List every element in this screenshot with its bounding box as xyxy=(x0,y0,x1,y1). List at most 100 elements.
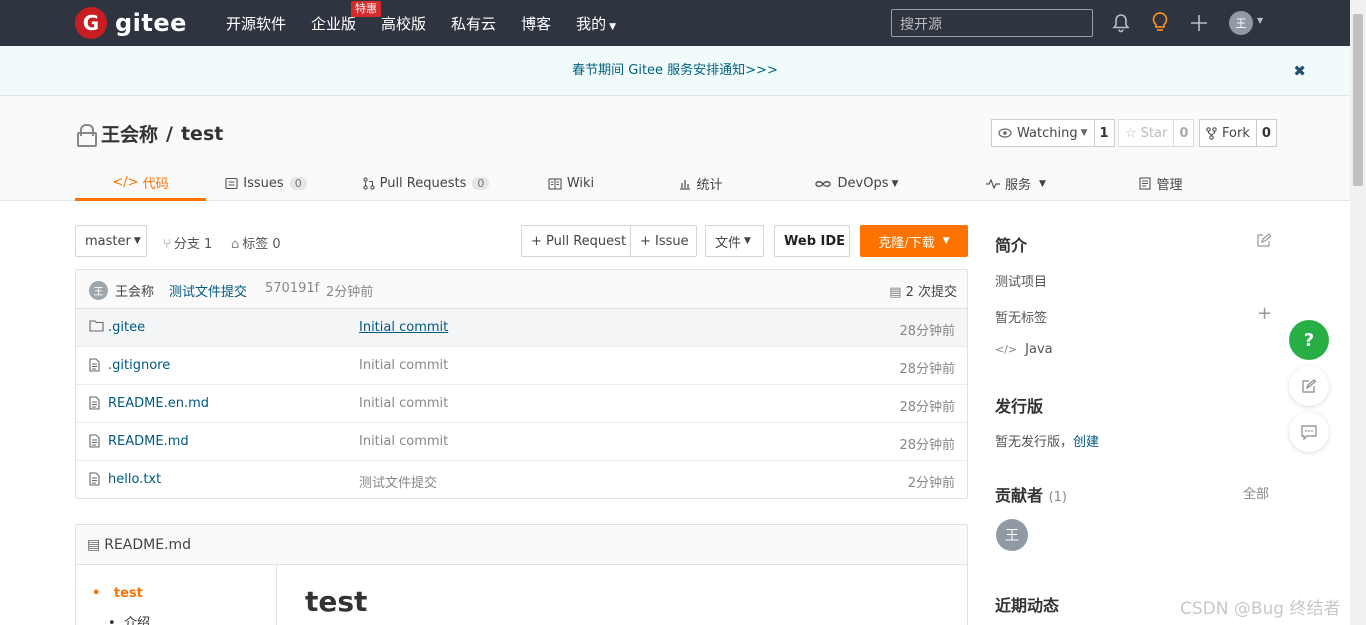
toc-item-intro-label: 介绍 xyxy=(123,616,150,625)
file-row[interactable]: hello.txt 测试文件提交 2分钟前 xyxy=(76,461,967,499)
help-button[interactable]: ? xyxy=(1289,320,1329,360)
file-commit-message[interactable]: Initial commit xyxy=(359,396,448,411)
user-avatar[interactable]: 王 xyxy=(1229,11,1253,35)
tab-pull-requests[interactable]: Pull Requests 0 xyxy=(326,166,526,201)
nav-enterprise[interactable]: 企业版 特惠 xyxy=(311,0,382,34)
close-icon[interactable]: ✖ xyxy=(1293,46,1306,96)
file-time: 2分钟前 xyxy=(907,476,955,491)
file-time: 28分钟前 xyxy=(899,438,955,453)
help-icon: ? xyxy=(1303,329,1315,351)
toc-item-test[interactable]: • test xyxy=(92,586,143,601)
nav-private-cloud[interactable]: 私有云 xyxy=(451,13,496,34)
file-commit-message[interactable]: Initial commit xyxy=(359,320,448,335)
new-issue-button[interactable]: + Issue xyxy=(630,225,697,257)
toc-item-intro[interactable]: • 介绍 xyxy=(108,612,150,625)
pull-request-icon xyxy=(362,177,375,190)
watermark: CSDN @Bug 终结者 xyxy=(1180,599,1341,619)
star-count[interactable]: 0 xyxy=(1173,120,1193,146)
star-icon: ☆ xyxy=(1125,125,1137,141)
tab-wiki[interactable]: Wiki xyxy=(526,166,616,201)
releases-title: 发行版 xyxy=(995,397,1044,416)
tag-icon: ⌂ xyxy=(231,237,240,252)
avatar-caret-icon[interactable]: ▼ xyxy=(1257,16,1263,25)
tab-devops[interactable]: DevOps ▼ xyxy=(786,166,926,201)
branch-selector[interactable]: master ▼ xyxy=(75,225,147,257)
file-commit-message[interactable]: 测试文件提交 xyxy=(359,472,437,491)
contributors-label: 贡献者 xyxy=(995,486,1044,505)
notice-link[interactable]: 春节期间 Gitee 服务安排通知>>> xyxy=(572,63,778,78)
star-label-wrap: ☆ Star xyxy=(1119,120,1173,146)
file-commit-message[interactable]: Initial commit xyxy=(359,434,448,449)
feedback-button[interactable] xyxy=(1289,366,1329,406)
watch-count[interactable]: 1 xyxy=(1093,120,1114,146)
branch-icon: ⑂ xyxy=(163,237,171,252)
tab-service[interactable]: 服务 ▼ xyxy=(926,166,1106,201)
tags-link[interactable]: ⌂ 标签 0 xyxy=(231,233,281,252)
repo-tabs: </> 代码 Issues 0 Pull Requests 0 Wiki 统计 Dev… xyxy=(75,166,1275,201)
file-name[interactable]: hello.txt xyxy=(108,472,161,487)
file-commit-message[interactable]: Initial commit xyxy=(359,358,448,373)
top-navbar: G gitee 开源软件 企业版 特惠 高校版 私有云 博客 我的 ▼ 搜开源 王 … xyxy=(0,0,1350,46)
scrollbar[interactable] xyxy=(1350,0,1366,625)
code-icon: </> xyxy=(112,174,139,190)
commit-count-link[interactable]: ▤ 2 次提交 xyxy=(889,281,957,300)
plus-icon[interactable] xyxy=(1190,14,1208,32)
star-button[interactable]: ☆ Star 0 xyxy=(1118,119,1195,147)
commit-hash[interactable]: 570191f xyxy=(265,281,319,296)
file-row[interactable]: README.md Initial commit 28分钟前 xyxy=(76,423,967,461)
search-input[interactable]: 搜开源 xyxy=(891,9,1093,37)
tab-issues[interactable]: Issues 0 xyxy=(206,166,326,201)
add-tag-icon[interactable]: + xyxy=(1257,303,1272,324)
file-menu-button[interactable]: 文件 ▼ xyxy=(705,225,764,257)
language-tag[interactable]: </> Java xyxy=(995,342,1053,357)
scrollbar-thumb[interactable] xyxy=(1353,14,1363,186)
file-row[interactable]: README.en.md Initial commit 28分钟前 xyxy=(76,385,967,423)
file-name[interactable]: .gitignore xyxy=(108,358,170,373)
file-name[interactable]: .gitee xyxy=(108,320,145,335)
readme-header: ▤ README.md xyxy=(76,525,967,565)
commit-avatar[interactable]: 王 xyxy=(89,281,108,300)
no-release-text: 暂无发行版，创建 xyxy=(995,431,1099,450)
file-time: 28分钟前 xyxy=(899,362,955,377)
bell-icon[interactable] xyxy=(1112,13,1130,33)
commit-author[interactable]: 王会称 xyxy=(115,281,154,300)
file-row[interactable]: .gitignore Initial commit 28分钟前 xyxy=(76,347,967,385)
lock-icon xyxy=(77,123,97,147)
intro-title: 简介 xyxy=(995,236,1028,255)
repo-name[interactable]: test xyxy=(181,123,223,145)
web-ide-button[interactable]: Web IDE xyxy=(774,225,850,257)
repo-owner[interactable]: 王会称 xyxy=(101,120,158,147)
watch-button[interactable]: Watching ▼ 1 xyxy=(991,119,1115,147)
clone-download-button[interactable]: 克隆/下载 ▼ xyxy=(860,225,968,257)
service-caret-icon: ▼ xyxy=(1039,178,1046,189)
lightbulb-icon[interactable] xyxy=(1150,11,1170,33)
nav-university[interactable]: 高校版 xyxy=(381,13,426,34)
nav-open-source[interactable]: 开源软件 xyxy=(226,13,286,34)
devops-caret-icon: ▼ xyxy=(891,178,899,189)
nav-blog[interactable]: 博客 xyxy=(521,13,551,34)
readme-title: ▤ README.md xyxy=(87,537,191,553)
tab-stats[interactable]: 统计 xyxy=(616,166,786,201)
nav-mine[interactable]: 我的 ▼ xyxy=(576,13,616,34)
branches-link[interactable]: ⑂ 分支 1 xyxy=(163,233,212,252)
file-caret-icon: ▼ xyxy=(744,236,751,246)
tab-code[interactable]: </> 代码 xyxy=(75,166,206,201)
file-name[interactable]: README.en.md xyxy=(108,396,209,411)
fork-button[interactable]: Fork 0 xyxy=(1199,119,1277,147)
tab-manage[interactable]: 管理 xyxy=(1106,166,1216,201)
commit-message[interactable]: 测试文件提交 xyxy=(169,281,247,300)
file-row[interactable]: .gitee Initial commit 28分钟前 xyxy=(76,309,967,347)
service-icon xyxy=(986,178,1001,189)
contributor-avatar[interactable]: 王 xyxy=(996,519,1028,551)
edit-icon[interactable] xyxy=(1256,233,1271,248)
file-name[interactable]: README.md xyxy=(108,434,189,449)
gitee-logo[interactable]: G gitee xyxy=(75,7,187,39)
all-contributors-link[interactable]: 全部 xyxy=(1243,483,1269,502)
create-release-link[interactable]: 创建 xyxy=(1073,435,1099,450)
page: G gitee 开源软件 企业版 特惠 高校版 私有云 博客 我的 ▼ 搜开源 王 … xyxy=(0,0,1366,625)
new-pull-request-button[interactable]: + Pull Request xyxy=(521,225,631,257)
fork-count[interactable]: 0 xyxy=(1255,120,1276,146)
chat-button[interactable] xyxy=(1289,412,1329,452)
folder-icon xyxy=(89,320,104,336)
tab-devops-label: DevOps xyxy=(837,176,889,191)
